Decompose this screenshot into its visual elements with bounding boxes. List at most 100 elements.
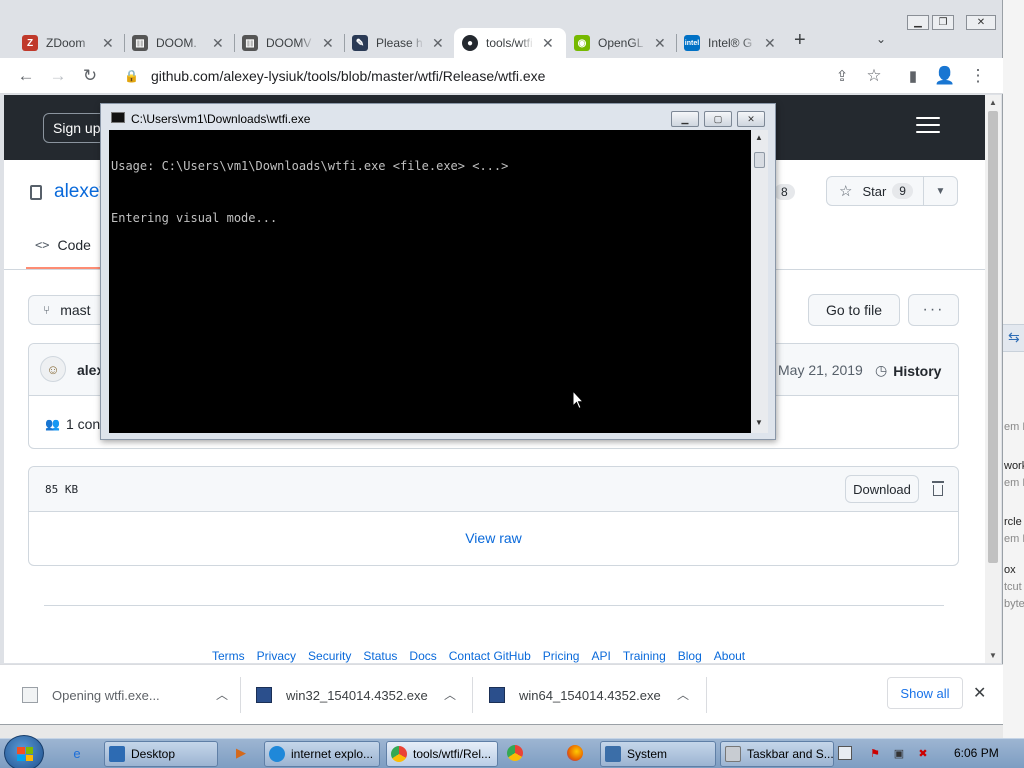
tab-doom[interactable]: ▥ DOOM. ✕ <box>124 28 234 58</box>
file-icon <box>22 687 38 703</box>
chevron-up-icon[interactable]: ︿ <box>444 686 456 703</box>
hamburger-menu-icon[interactable] <box>916 117 940 135</box>
console-output[interactable]: Usage: C:\Users\vm1\Downloads\wtfi.exe <… <box>109 130 751 433</box>
taskbar-item-system[interactable]: System <box>600 741 716 767</box>
console-maximize-button[interactable]: ▢ <box>704 111 732 127</box>
close-icon[interactable]: ✕ <box>764 35 776 52</box>
taskbar-item-chrome[interactable]: tools/wtfi/Rel... <box>386 741 498 767</box>
console-minimize-button[interactable]: ▁ <box>671 111 699 127</box>
scroll-up-arrow-icon[interactable]: ▲ <box>755 133 763 142</box>
media-player-icon[interactable]: ▶ <box>232 744 250 762</box>
close-icon[interactable]: ✕ <box>322 35 334 52</box>
forward-icon[interactable]: → <box>46 64 70 88</box>
footer-link-blog[interactable]: Blog <box>678 649 702 663</box>
taskbar-item-edge[interactable]: internet explo... <box>264 741 380 767</box>
address-bar[interactable]: 🔒 github.com/alexey-lysiuk/tools/blob/ma… <box>114 62 899 90</box>
page-scrollbar[interactable]: ▲ ▼ <box>985 95 1001 663</box>
star-button[interactable]: ☆ Star 9 ▼ <box>826 176 958 206</box>
chrome-icon[interactable] <box>506 744 524 762</box>
new-tab-button[interactable]: + <box>794 29 806 52</box>
tab-github-active[interactable]: ● tools/wtfi ✕ <box>454 28 566 58</box>
clock[interactable]: 6:06 PM <box>954 746 999 760</box>
console-title-bar[interactable]: C:\Users\vm1\Downloads\wtfi.exe ▁ ▢ ✕ <box>101 104 775 130</box>
scroll-down-arrow-icon[interactable]: ▼ <box>755 418 763 427</box>
tab-title: Intel® G <box>708 36 753 50</box>
tab-please-help[interactable]: ✎ Please h ✕ <box>344 28 454 58</box>
refresh-icon: ⇆ <box>1008 329 1020 345</box>
task-label: internet explo... <box>291 747 374 761</box>
tab-zdoom[interactable]: Z ZDoom ✕ <box>14 28 124 58</box>
more-options-button[interactable]: ··· <box>908 294 959 326</box>
fork-count[interactable]: 8 <box>774 177 818 207</box>
trash-icon[interactable] <box>927 477 949 499</box>
chevron-up-icon[interactable]: ︿ <box>216 686 228 703</box>
footer-link-docs[interactable]: Docs <box>409 649 436 663</box>
close-icon[interactable]: ✕ <box>212 35 224 52</box>
close-icon[interactable]: ✕ <box>102 35 114 52</box>
close-window-button[interactable]: ✕ <box>966 15 996 30</box>
footer-link-contact[interactable]: Contact GitHub <box>449 649 531 663</box>
console-line: Usage: C:\Users\vm1\Downloads\wtfi.exe <… <box>111 159 509 173</box>
download-shelf: Opening wtfi.exe... ︿ win32_154014.4352.… <box>0 664 1003 724</box>
close-icon[interactable]: ✕ <box>654 35 666 52</box>
close-icon[interactable]: ✕ <box>973 683 986 703</box>
tab-intel[interactable]: intel Intel® G ✕ <box>676 28 786 58</box>
background-text: tcut <box>1004 581 1022 593</box>
profile-avatar-icon[interactable]: 👤 <box>933 64 957 88</box>
start-button[interactable] <box>4 735 44 768</box>
scroll-down-arrow-icon[interactable]: ▼ <box>985 648 1001 662</box>
footer-link-status[interactable]: Status <box>363 649 397 663</box>
tab-search-chevron-icon[interactable]: ⌄ <box>876 32 886 46</box>
back-icon[interactable]: ← <box>14 64 38 88</box>
footer-link-training[interactable]: Training <box>623 649 666 663</box>
restore-button[interactable]: ❐ <box>932 15 954 30</box>
footer-link-pricing[interactable]: Pricing <box>543 649 580 663</box>
console-close-button[interactable]: ✕ <box>737 111 765 127</box>
repo-title[interactable]: alexey <box>30 181 109 203</box>
history-link[interactable]: ◷ History <box>875 362 941 379</box>
tab-opengl[interactable]: ◉ OpenGL ✕ <box>566 28 676 58</box>
console-scrollbar[interactable]: ▲ ▼ <box>751 130 768 433</box>
scroll-up-arrow-icon[interactable]: ▲ <box>985 95 1001 109</box>
background-text: work <box>1004 460 1024 472</box>
zdoom-icon: Z <box>22 35 38 51</box>
footer-link-api[interactable]: API <box>591 649 610 663</box>
download-item[interactable]: win32_154014.4352.exe ︿ <box>256 665 456 725</box>
taskbar-item-taskbar-settings[interactable]: Taskbar and S... <box>720 741 834 767</box>
show-all-button[interactable]: Show all <box>887 677 963 709</box>
contributors-link[interactable]: 👥 1 con <box>45 416 100 432</box>
download-item[interactable]: Opening wtfi.exe... ︿ <box>22 665 228 725</box>
bookmark-star-icon[interactable]: ☆ <box>862 64 886 88</box>
star-dropdown-icon[interactable]: ▼ <box>923 177 957 205</box>
network-icon[interactable]: ▣ <box>892 746 906 760</box>
tab-doomwiki[interactable]: ▥ DOOMV ✕ <box>234 28 344 58</box>
footer-link-security[interactable]: Security <box>308 649 351 663</box>
close-icon[interactable]: ✕ <box>432 35 444 52</box>
minimize-button[interactable]: ▁ <box>907 15 929 30</box>
show-hidden-icons-icon[interactable] <box>838 746 852 760</box>
close-icon[interactable]: ✕ <box>542 35 554 52</box>
volume-muted-icon[interactable]: ✖ <box>916 746 930 760</box>
github-icon: ● <box>462 35 478 51</box>
go-to-file-button[interactable]: Go to file <box>808 294 900 326</box>
internet-explorer-icon[interactable]: e <box>68 744 86 762</box>
console-scrollbar-thumb[interactable] <box>754 152 765 168</box>
share-icon[interactable]: ⇪ <box>830 64 854 88</box>
menu-kebab-icon[interactable]: ⋮ <box>966 64 990 88</box>
footer-link-terms[interactable]: Terms <box>212 649 245 663</box>
avatar[interactable]: ☺ <box>40 356 66 382</box>
firefox-icon[interactable] <box>566 744 584 762</box>
view-raw-link[interactable]: View raw <box>29 530 958 546</box>
scrollbar-thumb[interactable] <box>988 111 998 563</box>
reload-icon[interactable]: ↻ <box>78 64 102 88</box>
action-center-flag-icon[interactable]: ⚑ <box>868 746 882 760</box>
footer-link-privacy[interactable]: Privacy <box>257 649 296 663</box>
people-icon: 👥 <box>45 417 60 431</box>
footer-link-about[interactable]: About <box>714 649 745 663</box>
chevron-up-icon[interactable]: ︿ <box>677 686 689 703</box>
taskbar-item-desktop[interactable]: Desktop <box>104 741 218 767</box>
download-button[interactable]: Download <box>845 475 919 503</box>
tab-code[interactable]: <> Code <box>35 237 91 253</box>
download-item[interactable]: win64_154014.4352.exe ︿ <box>489 665 689 725</box>
side-panel-icon[interactable]: ▮ <box>901 64 925 88</box>
